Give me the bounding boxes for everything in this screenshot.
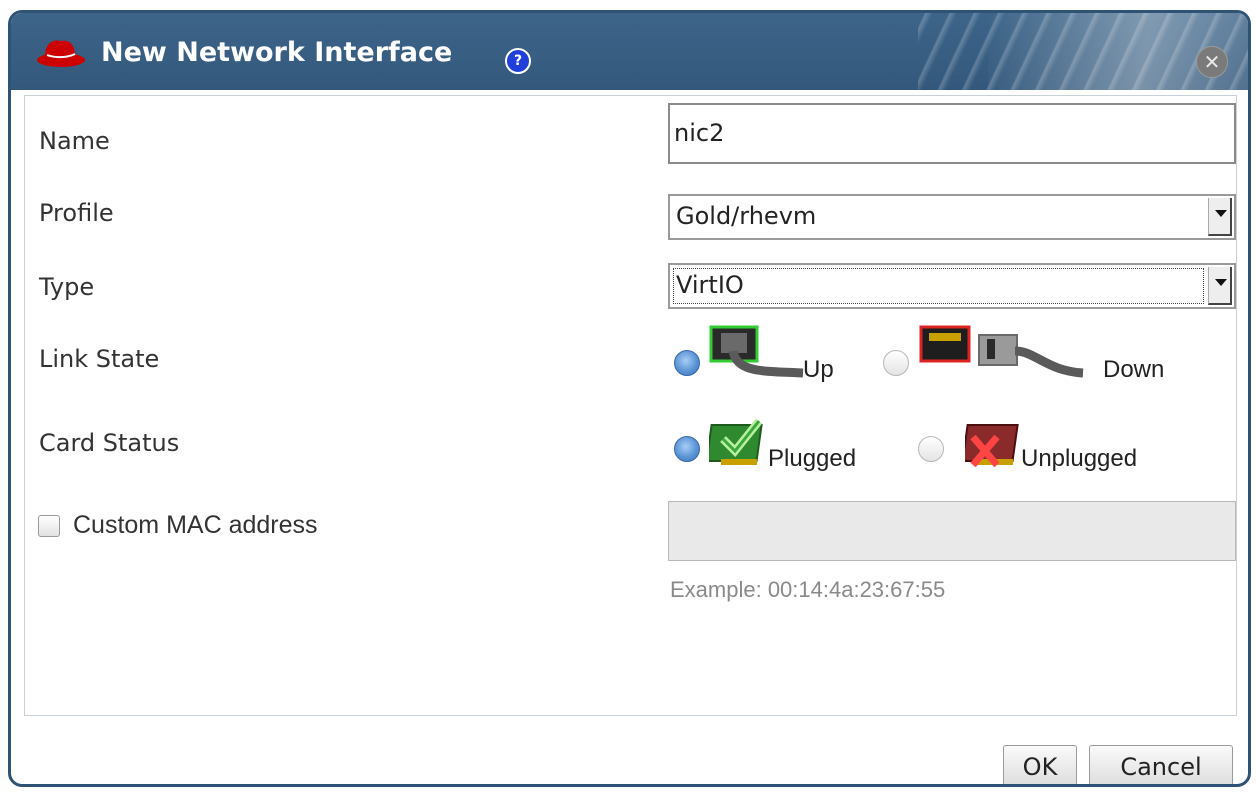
link-state-down-radio[interactable]	[883, 350, 909, 376]
name-input-value: nic2	[674, 119, 725, 147]
name-label: Name	[39, 127, 110, 155]
card-status-label: Card Status	[39, 429, 180, 457]
close-icon[interactable]: ✕	[1196, 46, 1228, 78]
mac-address-input	[668, 501, 1236, 561]
dialog-title: New Network Interface	[101, 37, 453, 68]
custom-mac-checkbox[interactable]	[38, 515, 60, 537]
new-network-interface-dialog: New Network Interface ? ✕ Name nic2 Prof…	[8, 10, 1251, 787]
type-dropdown-icon	[1208, 267, 1232, 305]
mac-example-hint: Example: 00:14:4a:23:67:55	[670, 577, 946, 602]
link-state-up-radio[interactable]	[674, 350, 700, 376]
profile-label: Profile	[39, 199, 114, 227]
card-status-unplugged-radio[interactable]	[918, 436, 944, 462]
form-panel	[24, 95, 1237, 716]
custom-mac-label: Custom MAC address	[73, 511, 318, 539]
profile-select-value: Gold/rhevm	[676, 202, 817, 230]
card-status-plugged-radio[interactable]	[674, 436, 700, 462]
nic-card-unplugged-icon	[965, 424, 1019, 468]
profile-select[interactable]: Gold/rhevm	[668, 194, 1236, 240]
type-select[interactable]: VirtIO	[668, 263, 1236, 309]
profile-dropdown-icon	[1208, 198, 1232, 236]
card-status-plugged-label: Plugged	[768, 445, 857, 472]
nic-card-plugged-icon	[709, 418, 763, 465]
cancel-button[interactable]: Cancel	[1089, 745, 1233, 784]
ok-button[interactable]: OK	[1003, 745, 1077, 784]
network-cable-unplugged-icon	[919, 325, 1084, 378]
help-icon[interactable]: ?	[505, 48, 531, 74]
type-label: Type	[39, 273, 95, 301]
dialog-titlebar: New Network Interface ? ✕	[11, 13, 1248, 90]
type-select-value: VirtIO	[676, 271, 744, 299]
link-state-label: Link State	[39, 345, 160, 373]
card-status-unplugged-label: Unplugged	[1021, 445, 1138, 472]
network-cable-plugged-icon	[709, 325, 804, 378]
link-state-up-label: Up	[803, 356, 834, 383]
link-state-down-label: Down	[1103, 356, 1165, 383]
type-select-focus-ring	[673, 268, 1204, 304]
name-input[interactable]: nic2	[668, 103, 1236, 164]
redhat-logo-icon	[37, 40, 85, 67]
